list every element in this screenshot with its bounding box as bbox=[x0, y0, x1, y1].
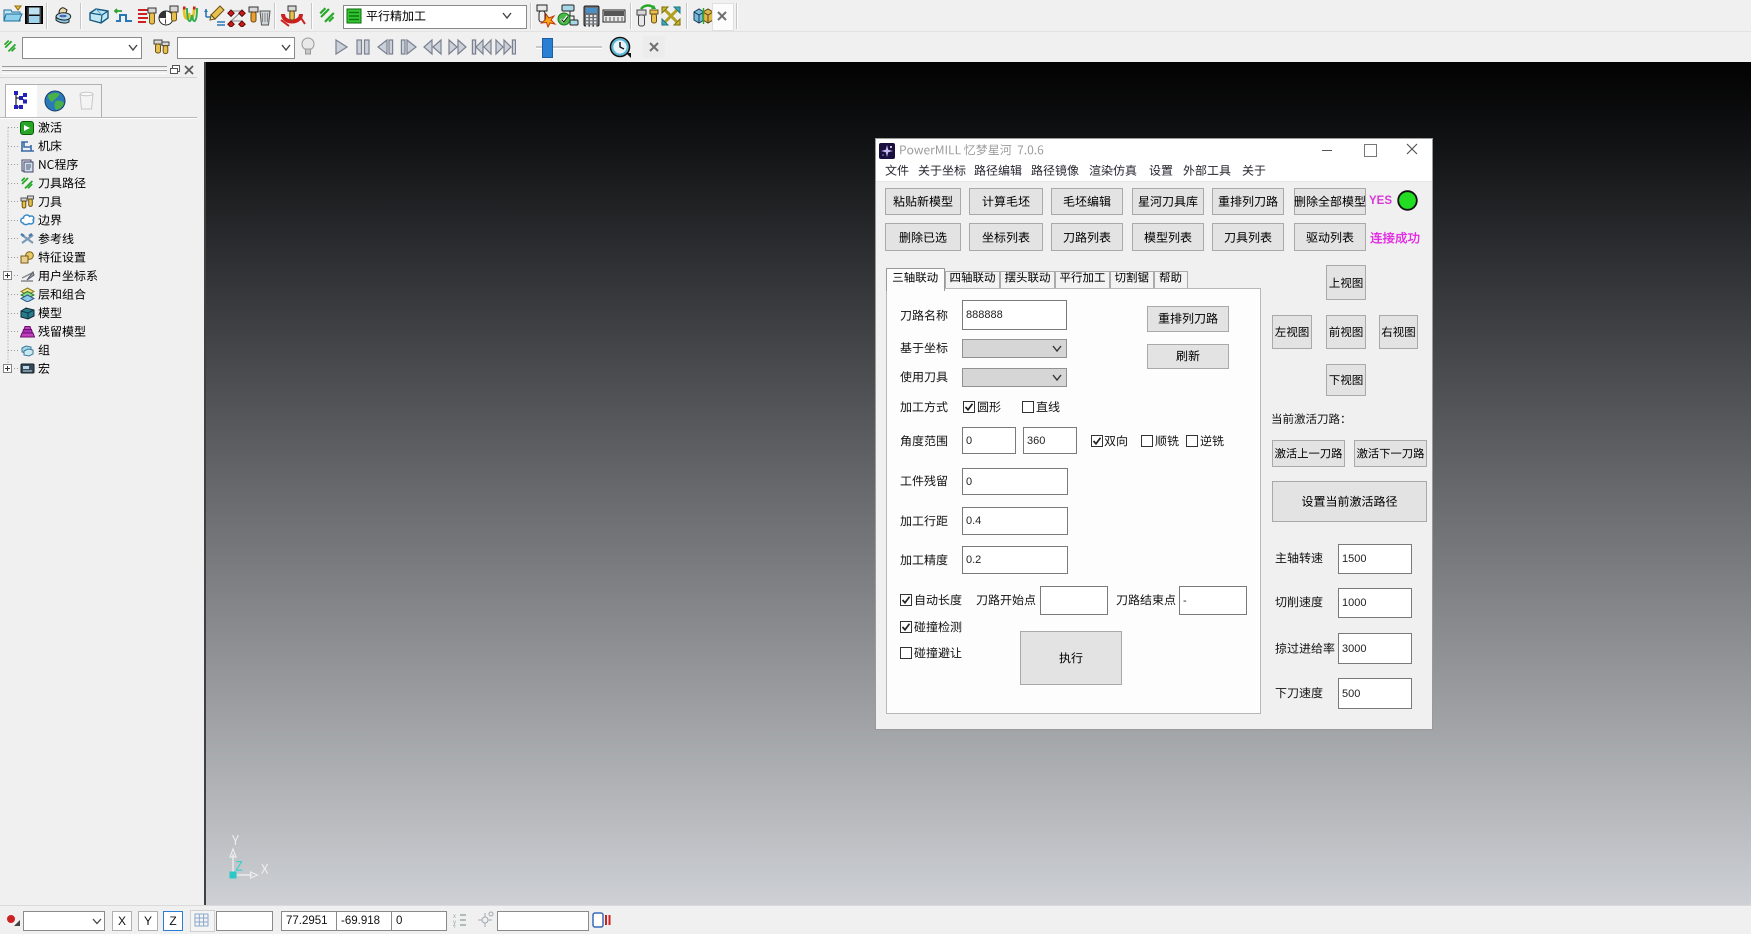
svg-text:z: z bbox=[453, 925, 456, 928]
